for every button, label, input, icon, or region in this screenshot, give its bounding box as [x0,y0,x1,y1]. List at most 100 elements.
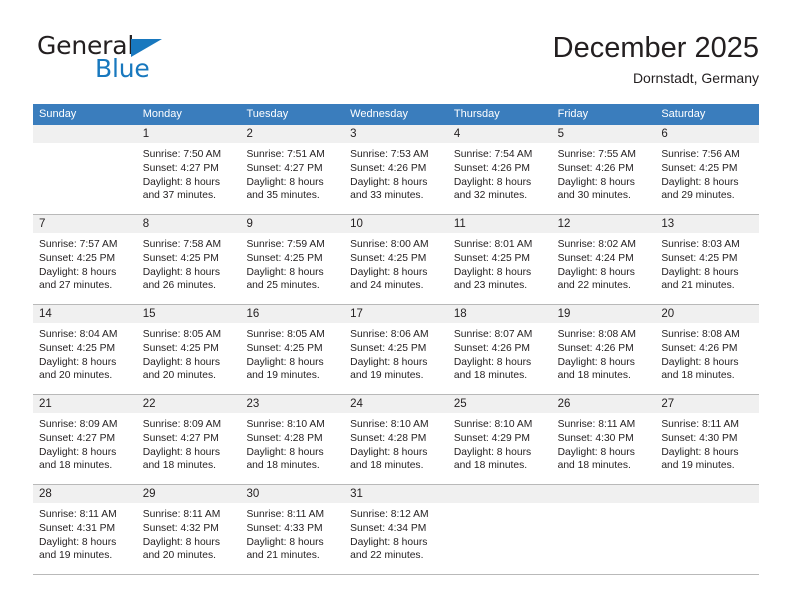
weekday-header-wednesday: Wednesday [350,108,409,120]
day-cell-4[interactable]: 4 Sunrise: 7:54 AM Sunset: 4:26 PM Daylight… [447,125,552,214]
weekday-header-thursday: Thursday [453,108,500,120]
day-cell-17[interactable]: 17 Sunrise: 8:06 AM Sunset: 4:25 PM Dayligh… [344,305,448,394]
day-cell-5[interactable]: 5 Sunrise: 7:55 AM Sunset: 4:26 PM Daylight… [551,125,656,214]
day-detail-line: Sunset: 4:31 PM [39,522,116,534]
day-detail-line: Sunrise: 7:50 AM [142,149,222,160]
day-cell-28[interactable]: 28 Sunrise: 8:11 AM Sunset: 4:31 PM Dayligh… [33,485,137,574]
day-detail-line: and 20 minutes. [142,370,216,382]
day-detail-line: and 20 minutes. [142,550,216,562]
day-number: 18 [447,305,552,323]
day-detail-line: and 18 minutes. [350,460,424,472]
day-number: 28 [33,485,137,503]
day-number: 21 [33,395,137,413]
day-details: Sunrise: 8:11 AM Sunset: 4:33 PM Daylight:… [240,503,344,569]
day-detail-line: and 19 minutes. [350,370,424,382]
day-cell-26[interactable]: 26 Sunrise: 8:11 AM Sunset: 4:30 PM Dayligh… [551,395,656,484]
day-number: 4 [447,125,552,143]
day-detail-line: Daylight: 8 hours [142,356,220,368]
day-detail-line: Daylight: 8 hours [453,446,532,458]
day-cell-7[interactable]: 7 Sunrise: 7:57 AM Sunset: 4:25 PM Daylight… [33,215,137,304]
day-details: Sunrise: 8:11 AM Sunset: 4:32 PM Daylight:… [137,503,241,569]
day-detail-line: Sunrise: 7:58 AM [142,239,222,250]
day-cell-empty [33,125,137,214]
day-details: Sunrise: 8:03 AM Sunset: 4:25 PM Daylight:… [655,233,759,299]
weekday-header-sunday: Sunday [39,108,77,120]
day-detail-line: and 22 minutes. [557,280,631,292]
day-detail-line: Sunset: 4:28 PM [350,432,427,444]
day-number: 17 [344,305,448,323]
day-detail-line: Sunrise: 7:51 AM [246,149,325,160]
day-cell-20[interactable]: 20 Sunrise: 8:08 AM Sunset: 4:26 PM Dayligh… [655,305,760,394]
day-number: 1 [136,125,241,143]
day-cell-1[interactable]: 1 Sunrise: 7:50 AM Sunset: 4:27 PM Daylight… [136,125,241,214]
day-details [33,143,137,154]
day-cell-22[interactable]: 22 Sunrise: 8:09 AM Sunset: 4:27 PM Dayligh… [136,395,241,484]
day-detail-line: and 21 minutes. [246,550,320,562]
day-cell-13[interactable]: 13 Sunrise: 8:03 AM Sunset: 4:25 PM Dayligh… [655,215,760,304]
day-cell-10[interactable]: 10 Sunrise: 8:00 AM Sunset: 4:25 PM Dayligh… [344,215,448,304]
day-cell-24[interactable]: 24 Sunrise: 8:10 AM Sunset: 4:28 PM Dayligh… [344,395,448,484]
day-details: Sunrise: 8:04 AM Sunset: 4:25 PM Daylight:… [33,323,137,389]
day-cell-21[interactable]: 21 Sunrise: 8:09 AM Sunset: 4:27 PM Dayligh… [33,395,137,484]
day-cell-23[interactable]: 23 Sunrise: 8:10 AM Sunset: 4:28 PM Dayligh… [240,395,345,484]
day-details: Sunrise: 8:07 AM Sunset: 4:26 PM Daylight:… [448,323,552,389]
day-cell-18[interactable]: 18 Sunrise: 8:07 AM Sunset: 4:26 PM Dayligh… [447,305,552,394]
day-details: Sunrise: 8:10 AM Sunset: 4:29 PM Daylight:… [448,413,552,479]
day-number [33,125,137,143]
calendar-grid: Sunday Monday Tuesday Wednesday Thursday Frid… [33,104,760,575]
day-cell-9[interactable]: 9 Sunrise: 7:59 AM Sunset: 4:25 PM Daylight… [240,215,345,304]
day-cell-6[interactable]: 6 Sunrise: 7:56 AM Sunset: 4:25 PM Daylight… [655,125,760,214]
day-detail-line: and 27 minutes. [39,280,113,292]
general-blue-logo[interactable]: General Blue [33,30,293,88]
day-detail-line: Sunset: 4:25 PM [350,342,427,354]
day-number: 7 [33,215,137,233]
day-details: Sunrise: 8:11 AM Sunset: 4:30 PM Daylight:… [655,413,759,479]
day-number: 16 [240,305,345,323]
day-detail-line: and 18 minutes. [142,460,216,472]
day-detail-line: Sunrise: 8:10 AM [350,419,429,430]
calendar-weeks: 1 Sunrise: 7:50 AM Sunset: 4:27 PM Daylight… [33,125,760,575]
day-cell-16[interactable]: 16 Sunrise: 8:05 AM Sunset: 4:25 PM Dayligh… [240,305,345,394]
calendar-page: General Blue December 2025 Dornstadt, Ge… [0,0,792,612]
day-cell-31[interactable]: 31 Sunrise: 8:12 AM Sunset: 4:34 PM Dayligh… [344,485,448,574]
day-cell-11[interactable]: 11 Sunrise: 8:01 AM Sunset: 4:25 PM Dayligh… [447,215,552,304]
day-detail-line: Sunset: 4:25 PM [39,252,116,264]
day-detail-line: Sunset: 4:26 PM [557,342,634,354]
day-detail-line: and 18 minutes. [557,460,631,472]
day-detail-line: Daylight: 8 hours [557,266,635,278]
day-detail-line: Sunset: 4:33 PM [246,522,323,534]
day-cell-2[interactable]: 2 Sunrise: 7:51 AM Sunset: 4:27 PM Daylight… [240,125,345,214]
day-detail-line: and 19 minutes. [246,370,320,382]
day-number: 20 [655,305,760,323]
calendar-week-row: 28 Sunrise: 8:11 AM Sunset: 4:31 PM Dayligh… [33,485,760,575]
day-detail-line: Daylight: 8 hours [246,536,324,548]
day-detail-line: Sunset: 4:27 PM [142,162,219,174]
day-number: 30 [240,485,345,503]
day-cell-8[interactable]: 8 Sunrise: 7:58 AM Sunset: 4:25 PM Daylight… [136,215,241,304]
calendar-week-row: 21 Sunrise: 8:09 AM Sunset: 4:27 PM Dayligh… [33,395,760,485]
day-detail-line: and 26 minutes. [142,280,216,292]
day-details: Sunrise: 8:06 AM Sunset: 4:25 PM Daylight:… [344,323,448,389]
day-detail-line: Sunrise: 8:10 AM [246,419,325,430]
day-detail-line: Daylight: 8 hours [557,446,635,458]
day-cell-12[interactable]: 12 Sunrise: 8:02 AM Sunset: 4:24 PM Dayligh… [551,215,656,304]
day-detail-line: Sunrise: 8:08 AM [557,329,637,340]
day-detail-line: and 18 minutes. [661,370,735,382]
day-number: 24 [344,395,448,413]
day-number: 13 [655,215,760,233]
day-detail-line: Daylight: 8 hours [246,176,324,188]
day-detail-line: Sunrise: 7:54 AM [453,149,533,160]
day-cell-30[interactable]: 30 Sunrise: 8:11 AM Sunset: 4:33 PM Dayligh… [240,485,345,574]
day-number: 5 [551,125,656,143]
day-cell-15[interactable]: 15 Sunrise: 8:05 AM Sunset: 4:25 PM Dayligh… [136,305,241,394]
day-detail-line: and 18 minutes. [453,370,528,382]
day-cell-29[interactable]: 29 Sunrise: 8:11 AM Sunset: 4:32 PM Dayligh… [136,485,241,574]
day-details: Sunrise: 8:08 AM Sunset: 4:26 PM Daylight:… [655,323,759,389]
day-number: 3 [344,125,448,143]
day-cell-19[interactable]: 19 Sunrise: 8:08 AM Sunset: 4:26 PM Dayligh… [551,305,656,394]
logo-text-blue: Blue [95,54,150,83]
day-cell-25[interactable]: 25 Sunrise: 8:10 AM Sunset: 4:29 PM Dayligh… [447,395,552,484]
day-cell-27[interactable]: 27 Sunrise: 8:11 AM Sunset: 4:30 PM Dayligh… [655,395,760,484]
day-cell-14[interactable]: 14 Sunrise: 8:04 AM Sunset: 4:25 PM Dayligh… [33,305,137,394]
day-cell-3[interactable]: 3 Sunrise: 7:53 AM Sunset: 4:26 PM Daylight… [344,125,448,214]
